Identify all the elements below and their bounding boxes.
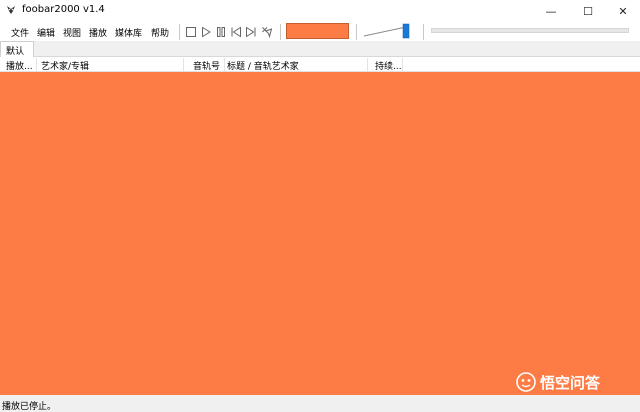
minimize-button[interactable]: — [536,0,566,22]
toolbar-separator [179,24,180,40]
maximize-button[interactable]: ☐ [573,0,603,22]
playlist-view[interactable] [0,72,640,395]
column-divider[interactable] [224,58,225,71]
column-duration[interactable]: 持续... [375,57,401,72]
column-divider[interactable] [183,58,184,71]
previous-icon [231,26,241,38]
status-text: 播放已停止。 [2,402,57,412]
toolbar-separator [423,24,424,40]
stop-icon [186,27,196,37]
spectrum-visualization[interactable] [286,23,349,39]
close-icon: ✕ [618,4,628,18]
play-icon [202,26,211,38]
toolbar-separator [280,24,281,40]
minimize-icon: — [545,4,557,18]
status-bar: 播放已停止。 [0,395,640,412]
menu-playback[interactable]: 播放 [89,26,107,39]
previous-button[interactable] [230,26,242,38]
column-divider[interactable] [402,58,403,71]
pause-button[interactable] [215,26,227,38]
volume-thumb[interactable] [402,23,410,39]
column-divider[interactable] [367,58,368,71]
volume-slider[interactable] [362,23,416,39]
tab-default[interactable]: 默认 [0,41,34,57]
next-icon [246,26,256,38]
maximize-icon: ☐ [583,4,593,18]
toolbar-separator [356,24,357,40]
column-divider[interactable] [36,58,37,71]
watermark-text: 悟空问答 [540,373,601,392]
menu-help[interactable]: 帮助 [151,26,169,39]
next-button[interactable] [245,26,257,38]
pause-icon [217,27,225,37]
wukong-logo-icon [516,372,536,392]
foobar-app-icon [7,6,15,14]
random-button[interactable] [261,26,273,38]
column-title-artist[interactable]: 标题 / 音轨艺术家 [227,57,365,72]
menu-file[interactable]: 文件 [11,26,29,39]
play-button[interactable] [200,26,212,38]
random-icon [262,27,273,38]
menu-edit[interactable]: 编辑 [37,26,55,39]
stop-button[interactable] [185,26,197,38]
seek-bar[interactable] [431,28,629,33]
playlist-tabs: 默认 [0,41,640,57]
column-artist-album[interactable]: 艺术家/专辑 [41,57,181,72]
column-playing[interactable]: 播放... [6,57,34,72]
menu-view[interactable]: 视图 [63,26,81,39]
watermark: 悟空问答 [516,371,600,393]
playlist-header: 播放... 艺术家/专辑 音轨号 标题 / 音轨艺术家 持续... [0,57,640,72]
menu-library[interactable]: 媒体库 [115,26,142,39]
window-title: foobar2000 v1.4 [22,4,105,15]
close-button[interactable]: ✕ [608,0,638,22]
title-bar: foobar2000 v1.4 — ☐ ✕ [0,0,640,22]
volume-ramp [363,23,410,39]
column-track-number[interactable]: 音轨号 [193,57,223,72]
